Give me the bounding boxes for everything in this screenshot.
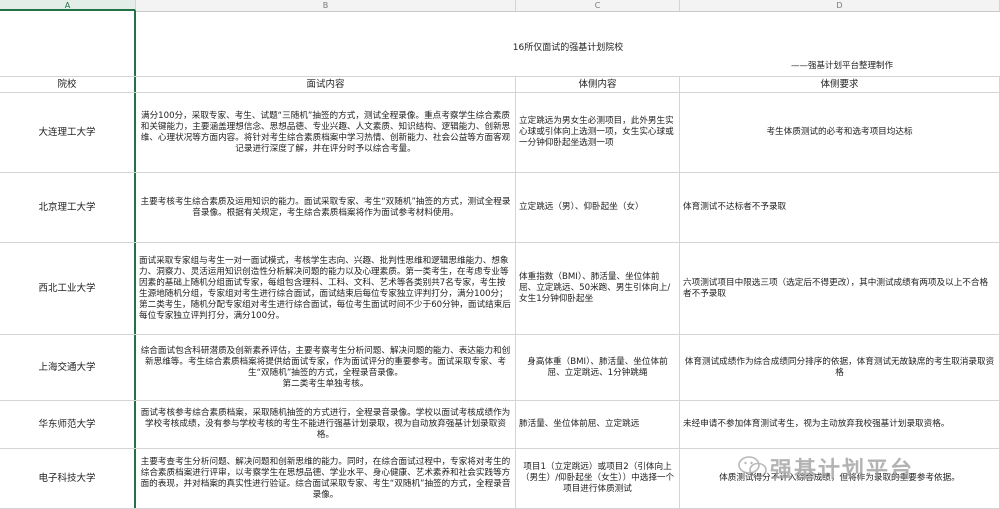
sheet-title: 16所仅面试的强基计划院校	[512, 43, 624, 53]
column-header-b[interactable]: B	[136, 0, 516, 11]
requirement-cell[interactable]: 考生体质测试的必考和选考项目均达标	[680, 93, 1000, 172]
interview-cell[interactable]: 面试采取专家组与考生一对一面试模式，考核学生志向、兴趣、批判性思维和逻辑思维能力…	[136, 243, 516, 334]
column-header-d[interactable]: D	[680, 0, 1000, 11]
header-row: 院校 面试内容 体侧内容 体侧要求	[0, 77, 1000, 93]
column-header-a[interactable]: A	[0, 0, 136, 11]
test-cell[interactable]: 项目1（立定跳远）或项目2（引体向上（男生）/仰卧起坐（女生））中选择一个项目进…	[516, 449, 680, 508]
interview-cell[interactable]: 面试考核参考综合素质档案，采取随机抽签的方式进行，全程录音录像。学校以面试考核成…	[136, 401, 516, 448]
school-cell[interactable]: 北京理工大学	[0, 173, 136, 242]
column-header-c[interactable]: C	[516, 0, 680, 11]
school-cell[interactable]: 西北工业大学	[0, 243, 136, 334]
requirement-cell[interactable]: 体育测试成绩作为综合成绩同分排序的依据，体育测试无故缺席的考生取消录取资格	[680, 335, 1000, 400]
test-cell[interactable]: 立定跳远为男女生必测项目，此外男生实心球或引体向上选测一项，女生实心球或一分钟仰…	[516, 93, 680, 172]
cell-a1[interactable]	[0, 11, 136, 76]
interview-cell[interactable]: 满分100分，采取专家、考生、试题“三随机”抽签的方式，测试全程录像。重点考察学…	[136, 93, 516, 172]
title-row: 16所仅面试的强基计划院校 ——强基计划平台整理制作	[0, 11, 1000, 77]
requirement-cell[interactable]: 体育测试不达标者不予录取	[680, 173, 1000, 242]
test-cell[interactable]: 肺活量、坐位体前屈、立定跳远	[516, 401, 680, 448]
requirement-cell[interactable]: 六项测试项目中限选三项（选定后不得更改），其中测试成绩有两项及以上不合格者不予录…	[680, 243, 1000, 334]
test-cell[interactable]: 立定跳远（男）、仰卧起坐（女）	[516, 173, 680, 242]
header-interview[interactable]: 面试内容	[136, 77, 516, 92]
test-cell[interactable]: 体重指数（BMI）、肺活量、坐位体前屈、立定跳远、50米跑、男生引体向上/女生1…	[516, 243, 680, 334]
test-cell[interactable]: 身高体重（BMI）、肺活量、坐位体前屈、立定跳远、1分钟跳绳	[516, 335, 680, 400]
watermark-text: 强基计划平台	[770, 458, 915, 483]
school-cell[interactable]: 华东师范大学	[0, 401, 136, 448]
header-test[interactable]: 体侧内容	[516, 77, 680, 92]
requirement-cell[interactable]: 未经申请不参加体育测试考生，视为主动放弃我校强基计划录取资格。	[680, 401, 1000, 448]
sheet-credit: ——强基计划平台整理制作	[791, 61, 894, 71]
table-row: 上海交通大学 综合面试包含科研潜质及创新素养评估，主要考察考生分析问题、解决问题…	[0, 335, 1000, 401]
wechat-icon	[738, 456, 767, 478]
school-cell[interactable]: 上海交通大学	[0, 335, 136, 400]
interview-cell[interactable]: 主要考查考生分析问题、解决问题和创新思维的能力。同时，在综合面试过程中，专家将对…	[136, 449, 516, 508]
spreadsheet: A B C D 16所仅面试的强基计划院校 ——强基计划平台整理制作 院校 面试…	[0, 0, 1000, 509]
school-cell[interactable]: 电子科技大学	[0, 449, 136, 508]
header-school[interactable]: 院校	[0, 77, 136, 92]
school-cell[interactable]: 大连理工大学	[0, 93, 136, 172]
table-row: 大连理工大学 满分100分，采取专家、考生、试题“三随机”抽签的方式，测试全程录…	[0, 93, 1000, 173]
interview-cell[interactable]: 综合面试包含科研潜质及创新素养评估，主要考察考生分析问题、解决问题的能力、表达能…	[136, 335, 516, 400]
table-row: 西北工业大学 面试采取专家组与考生一对一面试模式，考核学生志向、兴趣、批判性思维…	[0, 243, 1000, 335]
table-row: 北京理工大学 主要考核考生综合素质及运用知识的能力。面试采取专家、考生“双随机”…	[0, 173, 1000, 243]
title-merged-cell[interactable]: 16所仅面试的强基计划院校 ——强基计划平台整理制作	[136, 11, 1000, 75]
header-requirement[interactable]: 体侧要求	[680, 77, 1000, 92]
interview-cell[interactable]: 主要考核考生综合素质及运用知识的能力。面试采取专家、考生“双随机”抽签的方式，测…	[136, 173, 516, 242]
table-row: 华东师范大学 面试考核参考综合素质档案，采取随机抽签的方式进行，全程录音录像。学…	[0, 401, 1000, 449]
